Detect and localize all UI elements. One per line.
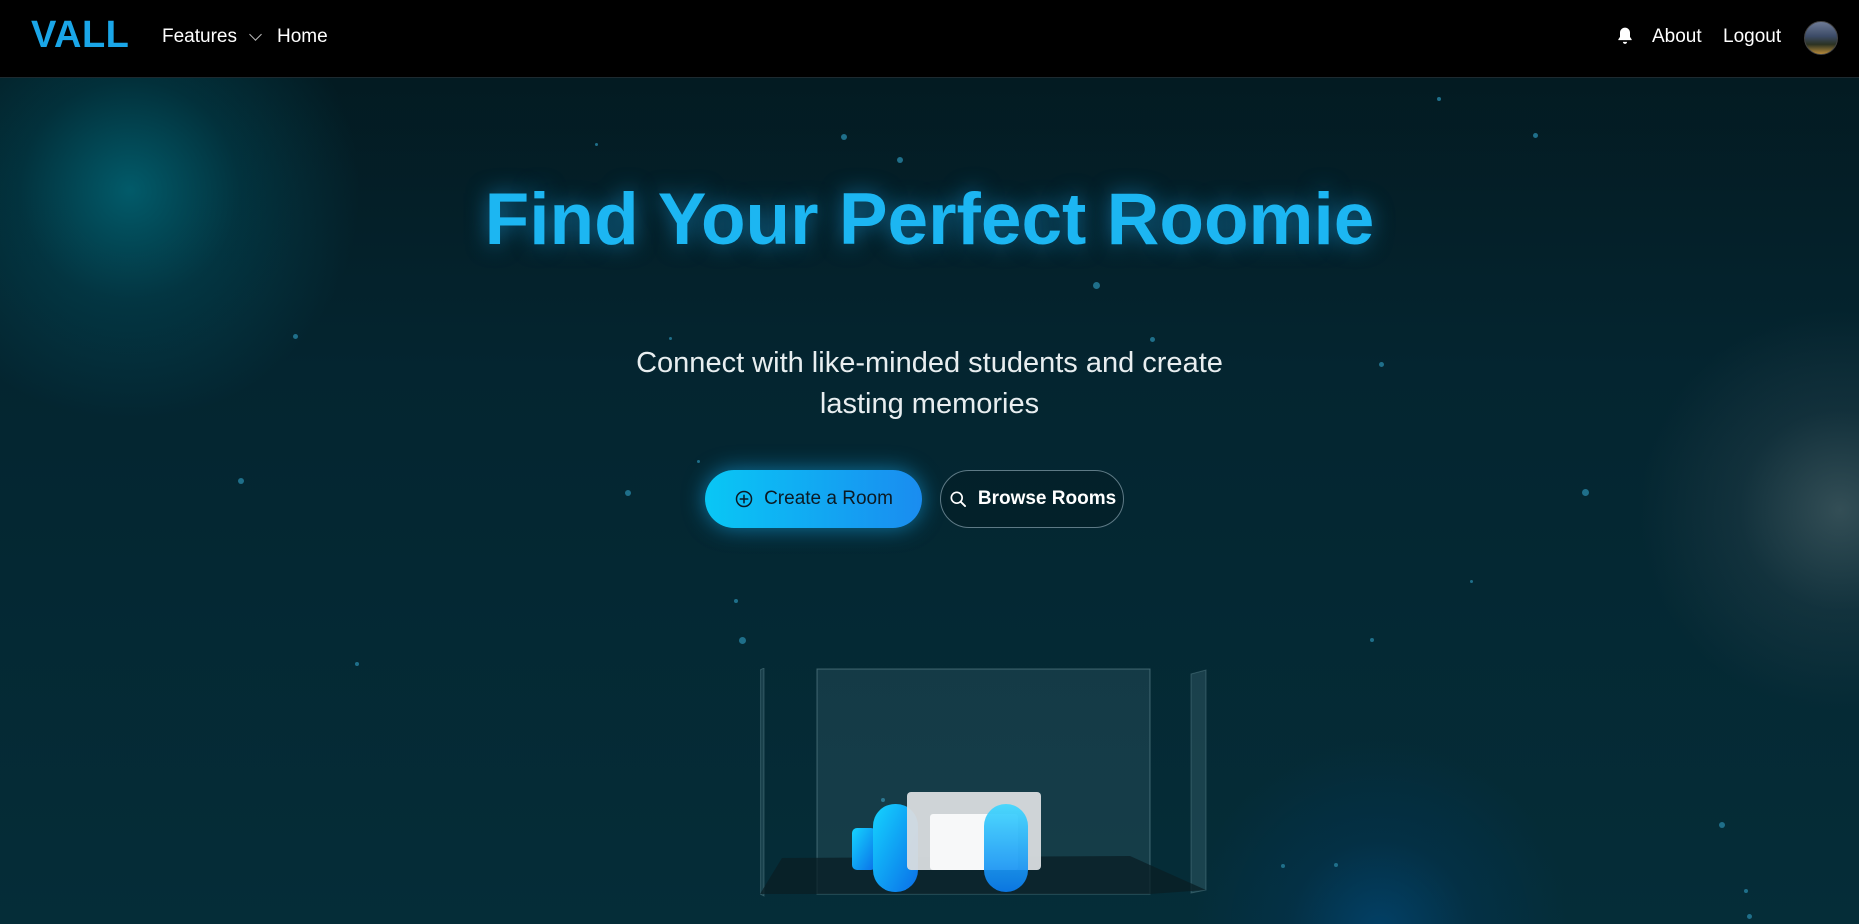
brand-logo[interactable]: VALL [31, 14, 129, 57]
star-dot [1470, 580, 1473, 583]
nav-features-dropdown[interactable]: Features [162, 26, 237, 48]
browse-rooms-button[interactable]: Browse Rooms [940, 470, 1124, 528]
star-dot [355, 662, 359, 666]
star-dot [1437, 97, 1441, 101]
star-dot [1281, 864, 1285, 868]
star-dot [669, 337, 672, 340]
star-dot [1370, 638, 1374, 642]
star-dot [1093, 282, 1100, 289]
create-room-button[interactable]: Create a Room [705, 470, 922, 528]
top-navbar: VALL Features Home About Logout [0, 0, 1859, 78]
star-dot [238, 478, 244, 484]
star-dot [1334, 863, 1338, 867]
star-dot [841, 134, 847, 140]
plus-circle-icon [735, 490, 753, 508]
hero-subtitle: Connect with like-minded students and cr… [636, 347, 1223, 420]
browse-rooms-label: Browse Rooms [977, 488, 1117, 509]
avatar[interactable] [1804, 21, 1838, 55]
create-room-label: Create a Room [764, 488, 893, 509]
star-dot [625, 490, 631, 496]
star-dot [595, 143, 598, 146]
hero-title: Find Your Perfect Roomie [484, 179, 1375, 260]
star-dot [739, 637, 746, 644]
star-dot [897, 157, 903, 163]
nav-home-link[interactable]: Home [277, 26, 328, 48]
star-dot [734, 599, 738, 603]
search-icon [950, 491, 966, 507]
room-illustration [760, 668, 1207, 897]
star-dot [1379, 362, 1384, 367]
bell-icon[interactable] [1615, 25, 1635, 47]
star-dot [1582, 489, 1589, 496]
nav-logout-link[interactable]: Logout [1723, 26, 1781, 48]
chevron-down-icon[interactable] [249, 28, 262, 41]
star-dot [1533, 133, 1538, 138]
star-dot [1150, 337, 1155, 342]
star-dot [293, 334, 298, 339]
star-dot [1747, 914, 1752, 919]
star-dot [1719, 822, 1725, 828]
nav-about-link[interactable]: About [1652, 26, 1702, 48]
star-dot [697, 460, 700, 463]
star-dot [1744, 889, 1748, 893]
